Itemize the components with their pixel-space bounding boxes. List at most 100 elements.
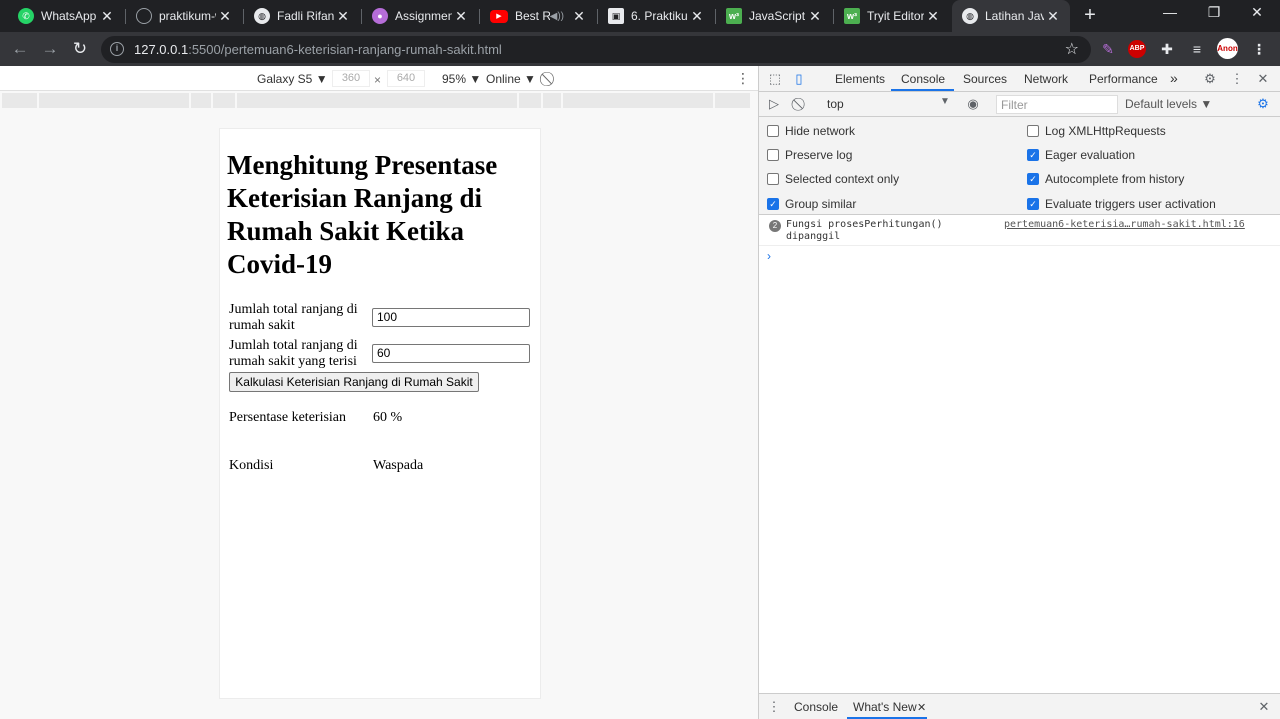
settings-gear-icon[interactable]: ⚙	[1201, 70, 1219, 88]
tab-network[interactable]: Network	[1024, 72, 1068, 86]
restore-icon[interactable]: ❐	[1204, 4, 1224, 21]
sidebar-toggle-icon[interactable]: ▷	[765, 95, 783, 113]
browser-tab-fadli[interactable]: ◍ Fadli Rifand ✕	[236, 0, 360, 32]
adblock-icon[interactable]: ABP	[1128, 40, 1146, 58]
context-select[interactable]: top	[827, 97, 844, 111]
checkbox[interactable]	[767, 125, 779, 137]
browser-tab-latihan-active[interactable]: ◍ Latihan Java ✕	[952, 0, 1070, 32]
close-icon[interactable]: ✕	[98, 8, 116, 25]
checkbox[interactable]	[767, 149, 779, 161]
browser-tab-youtube[interactable]: ▶ Best Re ◀)) ✕	[472, 0, 596, 32]
site-info-icon[interactable]: i	[110, 42, 124, 56]
throttle-select[interactable]: Online ▼	[486, 72, 536, 86]
profile-avatar[interactable]: Anon	[1217, 38, 1238, 59]
chevron-down-icon[interactable]: ▼	[940, 96, 950, 107]
console-log-entry[interactable]: 2 Fungsi prosesPerhitungan() dipanggil p…	[759, 216, 1280, 246]
address-bar[interactable]: i 127.0.0.1:5500/pertemuan6-keterisian-r…	[101, 36, 1091, 63]
back-icon[interactable]: ←	[10, 39, 30, 59]
minimize-icon[interactable]: —	[1160, 4, 1180, 20]
w3schools-icon: w³	[844, 8, 860, 24]
log-xhr-option[interactable]: Log XMLHttpRequests	[1027, 124, 1166, 138]
forward-icon[interactable]: →	[40, 39, 60, 59]
device-toolbar-toggle-icon[interactable]: ▯	[790, 70, 808, 88]
tab-label: JavaScript if	[749, 9, 806, 23]
media-query-bar[interactable]	[0, 93, 758, 108]
close-devtools-icon[interactable]: ✕	[1254, 70, 1272, 88]
device-select[interactable]: Galaxy S5 ▼	[257, 72, 328, 86]
checkbox-checked[interactable]: ✓	[1027, 173, 1039, 185]
tab-label: Assignment	[395, 9, 452, 23]
browser-tab-assignment[interactable]: ● Assignment ✕	[354, 0, 478, 32]
device-width-input[interactable]: 360	[332, 70, 370, 87]
checkbox-checked[interactable]: ✓	[1027, 198, 1039, 210]
autocomplete-history-option[interactable]: ✓ Autocomplete from history	[1027, 172, 1184, 186]
eager-evaluation-option[interactable]: ✓ Eager evaluation	[1027, 148, 1135, 162]
checkbox[interactable]	[1027, 125, 1039, 137]
close-icon[interactable]: ✕	[1044, 8, 1062, 25]
tab-label: Fadli Rifand	[277, 9, 334, 23]
whatsapp-icon: ✆	[18, 8, 34, 24]
selected-context-option[interactable]: Selected context only	[767, 172, 899, 186]
device-height-input[interactable]: 640	[387, 70, 425, 87]
checkbox-checked[interactable]: ✓	[1027, 149, 1039, 161]
percentage-value: 60 %	[373, 410, 403, 425]
preserve-log-option[interactable]: Preserve log	[767, 148, 852, 162]
close-icon[interactable]: ✕	[806, 8, 824, 25]
browser-tab-javascript-if[interactable]: w³ JavaScript if ✕	[708, 0, 832, 32]
tab-sources[interactable]: Sources	[963, 72, 1007, 86]
media-playlist-icon[interactable]: ≡	[1188, 40, 1206, 58]
close-icon[interactable]: ✕	[688, 8, 706, 25]
clear-console-icon[interactable]: ⃠	[792, 95, 810, 113]
tab-label: Latihan Java	[985, 9, 1044, 23]
checkbox[interactable]	[767, 173, 779, 185]
close-icon[interactable]: ✕	[452, 8, 470, 25]
hide-network-option[interactable]: Hide network	[767, 124, 855, 138]
log-levels-select[interactable]: Default levels ▼	[1125, 97, 1212, 111]
tab-console[interactable]: Console	[901, 72, 945, 86]
devtools-drawer: ⋮ Console What's New ✕ ✕	[759, 693, 1280, 719]
browser-tab-whatsapp[interactable]: ✆ WhatsApp ✕	[0, 0, 124, 32]
close-icon[interactable]: ✕	[570, 8, 588, 25]
close-drawer-icon[interactable]: ✕	[1255, 698, 1273, 716]
drawer-tab-console[interactable]: Console	[794, 700, 838, 714]
log-source-link[interactable]: pertemuan6-keterisia…rumah-sakit.html:16	[1004, 219, 1245, 230]
calculate-button[interactable]: Kalkulasi Keterisian Ranjang di Rumah Sa…	[229, 372, 479, 392]
evaluate-triggers-option[interactable]: ✓ Evaluate triggers user activation	[1027, 197, 1216, 211]
youtube-icon: ▶	[490, 9, 508, 23]
browser-menu-icon[interactable]: ⋮	[1250, 40, 1268, 58]
filter-input[interactable]: Filter	[996, 95, 1118, 114]
close-icon[interactable]: ✕	[924, 8, 942, 25]
audio-playing-icon[interactable]: ◀))	[550, 11, 564, 22]
inspect-element-icon[interactable]: ⬚	[766, 70, 784, 88]
extensions-puzzle-icon[interactable]: ✚	[1158, 40, 1176, 58]
drawer-tab-whats-new[interactable]: What's New	[853, 700, 917, 714]
console-settings-gear-icon[interactable]: ⚙	[1254, 95, 1272, 113]
total-beds-input[interactable]: 100	[372, 308, 530, 327]
close-icon[interactable]: ✕	[216, 8, 234, 25]
filled-beds-input[interactable]: 60	[372, 344, 530, 363]
device-toolbar: Galaxy S5 ▼ 360 × 640 95% ▼ Online ▼ ⃠ ⋮	[0, 66, 758, 91]
more-tabs-button[interactable]: »	[1170, 70, 1178, 86]
device-toolbar-menu-icon[interactable]: ⋮	[736, 70, 750, 87]
dimension-separator: ×	[374, 73, 382, 87]
drawer-menu-icon[interactable]: ⋮	[765, 698, 783, 716]
zoom-select[interactable]: 95% ▼	[442, 72, 481, 86]
window-close-icon[interactable]: ✕	[1247, 4, 1267, 21]
browser-tab-github[interactable]: praktikum-w ✕	[118, 0, 242, 32]
close-icon[interactable]: ✕	[917, 701, 926, 714]
tab-elements[interactable]: Elements	[835, 72, 885, 86]
live-expression-eye-icon[interactable]: ◉	[964, 95, 982, 113]
tab-performance[interactable]: Performance	[1089, 72, 1158, 86]
new-tab-button[interactable]: +	[1080, 5, 1100, 25]
console-prompt[interactable]: ›	[767, 249, 771, 263]
reload-icon[interactable]: ↻	[70, 39, 90, 59]
pen-extension-icon[interactable]: ✎	[1099, 40, 1117, 58]
devtools-menu-icon[interactable]: ⋮	[1228, 70, 1246, 88]
browser-tab-praktikum[interactable]: ▣ 6. Praktikum ✕	[590, 0, 714, 32]
close-icon[interactable]: ✕	[334, 8, 352, 25]
checkbox-checked[interactable]: ✓	[767, 198, 779, 210]
bookmark-star-icon[interactable]: ☆	[1065, 39, 1079, 59]
browser-tab-tryit[interactable]: w³ Tryit Editor ✕	[826, 0, 950, 32]
group-similar-option[interactable]: ✓ Group similar	[767, 197, 856, 211]
url-text[interactable]: 127.0.0.1:5500/pertemuan6-keterisian-ran…	[134, 42, 502, 57]
